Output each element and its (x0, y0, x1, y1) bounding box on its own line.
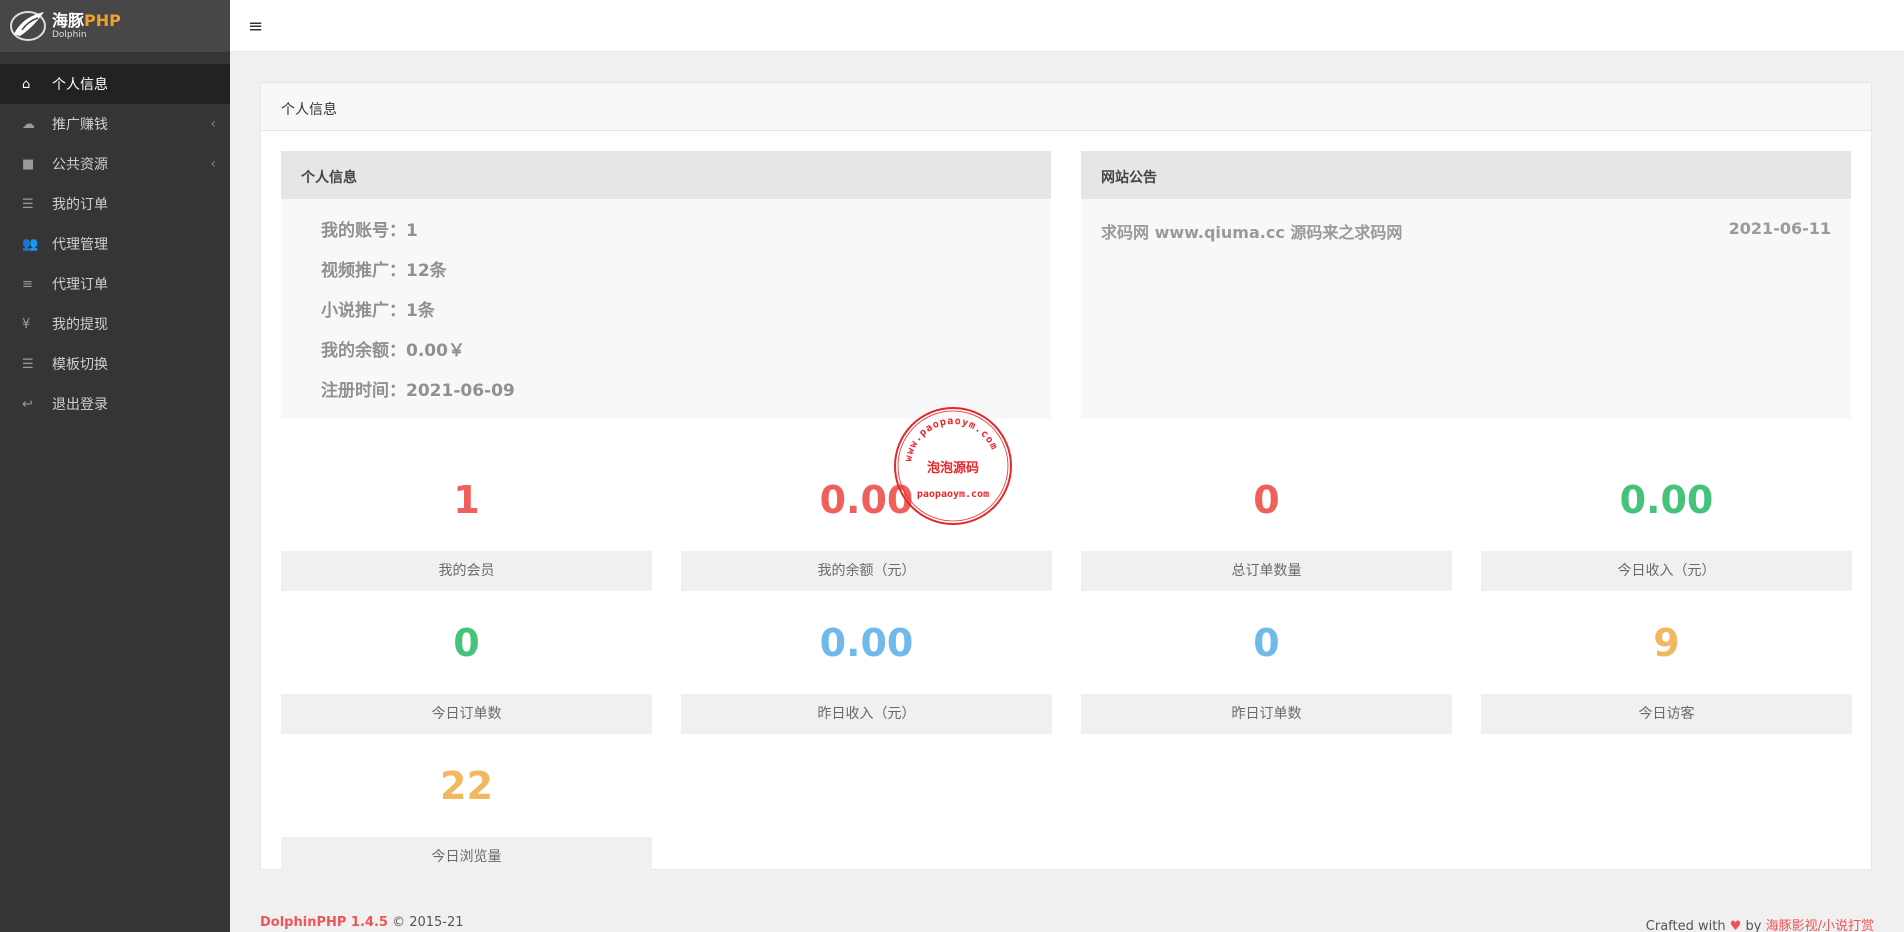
stat-label: 昨日订单数 (1081, 694, 1452, 734)
notice-date: 2021-06-11 (1728, 219, 1831, 238)
list-icon: ☰ (22, 356, 34, 372)
footer-left: DolphinPHP 1.4.5 © 2015-21 (260, 915, 464, 930)
stat-card: 0.00 今日收入（元） (1481, 449, 1852, 591)
stat-label: 昨日收入（元） (681, 694, 1052, 734)
footer-product-link[interactable]: DolphinPHP 1.4.5 (260, 915, 388, 930)
sidebar-item-label: 公共资源 (52, 157, 108, 173)
footer-copyright: © 2015-21 (392, 915, 464, 930)
notice-box: 网站公告 求码网 www.qiuma.cc 源码来之求码网 2021-06-11 (1081, 151, 1851, 419)
sidebar-item-8[interactable]: ↩ 退出登录 (0, 384, 230, 424)
stat-value: 22 (440, 764, 493, 808)
sidebar-nav: ⌂ 个人信息 ☁ 推广赚钱 ‹ ■ 公共资源 ‹ ☰ 我的订单 👥 代理管理 ≡ 代理订单 ¥ 我的提现 ☰ 模板… (0, 64, 230, 424)
sidebar: 海豚PHP Dolphin ⌂ 个人信息 ☁ 推广赚钱 ‹ ■ 公共资源 ‹ ☰ 我的订单 👥 代理管… (0, 0, 230, 932)
brand-text: 海豚PHP Dolphin (52, 10, 121, 40)
chevron-left-icon: ‹ (210, 116, 216, 132)
stat-label: 总订单数量 (1081, 551, 1452, 591)
panel-title: 个人信息 (261, 83, 1871, 131)
users-icon: 👥 (22, 236, 39, 252)
sidebar-item-6[interactable]: ¥ 我的提现 (0, 304, 230, 344)
stat-label: 我的余额（元） (681, 551, 1052, 591)
stat-card: 9 今日访客 (1481, 592, 1852, 734)
brand[interactable]: 海豚PHP Dolphin (0, 0, 230, 52)
brand-subtitle: Dolphin (52, 29, 87, 40)
video-camera-icon: ■ (22, 156, 35, 172)
profile-register-date: 注册时间：2021-06-09 (321, 381, 515, 401)
sidebar-item-5[interactable]: ≡ 代理订单 (0, 264, 230, 304)
profile-lines: 我的账号：1 视频推广：12条 小说推广：1条 我的余额：0.00￥ 注册时间：… (281, 199, 1051, 411)
stat-card: 0 总订单数量 (1081, 449, 1452, 591)
notice-item[interactable]: 求码网 www.qiuma.cc 源码来之求码网 2021-06-11 (1081, 199, 1851, 243)
stamp-top-text: www.paopaoym.com (903, 416, 998, 463)
main-panel: 个人信息 个人信息 我的账号：1 视频推广：12条 小说推广：1条 我的余额：0… (260, 82, 1872, 877)
watermark-stamp: www.paopaoym.com 泡泡源码 paopaoym.com (894, 407, 1012, 525)
sidebar-item-label: 推广赚钱 (52, 117, 108, 133)
stat-card: 0 昨日订单数 (1081, 592, 1452, 734)
stat-card: 0.00 昨日收入（元） (681, 592, 1052, 734)
stat-value: 9 (1653, 621, 1680, 665)
footer: DolphinPHP 1.4.5 © 2015-21 Crafted with … (230, 900, 1904, 932)
profile-box-title: 个人信息 (281, 151, 1051, 199)
chevron-left-icon: ‹ (210, 156, 216, 172)
profile-balance: 我的余额：0.00￥ (321, 341, 465, 361)
sidebar-item-4[interactable]: 👥 代理管理 (0, 224, 230, 264)
stat-value: 0.00 (819, 621, 914, 665)
stat-label: 今日浏览量 (281, 837, 652, 877)
brand-name: 海豚PHP (52, 10, 121, 30)
stat-value: 1 (453, 478, 480, 522)
stat-card: 0 今日订单数 (281, 592, 652, 734)
reply-icon: ↩ (22, 396, 33, 412)
sidebar-item-label: 我的订单 (52, 197, 108, 213)
stat-card: 1 我的会员 (281, 449, 652, 591)
svg-text:www.paopaoym.com: www.paopaoym.com (903, 416, 999, 463)
top-bar: ≡ (230, 0, 1904, 52)
menu-toggle-icon[interactable]: ≡ (248, 16, 263, 37)
dolphin-logo-icon (10, 11, 46, 41)
bars-icon: ≡ (22, 276, 33, 292)
profile-novel-promo: 小说推广：1条 (321, 301, 435, 321)
sidebar-item-3[interactable]: ☰ 我的订单 (0, 184, 230, 224)
footer-by: by (1745, 919, 1762, 932)
notice-text[interactable]: 求码网 www.qiuma.cc 源码来之求码网 (1101, 219, 1402, 243)
sidebar-item-label: 我的提现 (52, 317, 108, 333)
stat-label: 今日订单数 (281, 694, 652, 734)
stamp-middle-text: 泡泡源码 (927, 460, 979, 476)
heart-icon: ♥ (1729, 919, 1742, 932)
sidebar-item-2[interactable]: ■ 公共资源 ‹ (0, 144, 230, 184)
footer-right: Crafted with ♥ by 海豚影视/小说打赏 (1646, 915, 1874, 932)
notice-box-title: 网站公告 (1081, 151, 1851, 199)
list-icon: ☰ (22, 196, 34, 212)
stat-label: 今日访客 (1481, 694, 1852, 734)
stat-value: 0 (453, 621, 480, 665)
sidebar-item-label: 代理订单 (52, 277, 108, 293)
stat-value: 0 (1253, 621, 1280, 665)
sidebar-item-label: 个人信息 (52, 77, 108, 93)
stat-value: 0.00 (1619, 478, 1714, 522)
sidebar-item-1[interactable]: ☁ 推广赚钱 ‹ (0, 104, 230, 144)
stat-label: 今日收入（元） (1481, 551, 1852, 591)
profile-box: 个人信息 我的账号：1 视频推广：12条 小说推广：1条 我的余额：0.00￥ … (281, 151, 1051, 419)
stat-value: 0 (1253, 478, 1280, 522)
sidebar-item-7[interactable]: ☰ 模板切换 (0, 344, 230, 384)
sidebar-item-label: 模板切换 (52, 357, 108, 373)
sidebar-item-label: 退出登录 (52, 397, 108, 413)
home-icon: ⌂ (22, 76, 31, 92)
stat-card: 22 今日浏览量 (281, 735, 652, 877)
profile-video-promo: 视频推广：12条 (321, 261, 447, 281)
stat-label: 我的会员 (281, 551, 652, 591)
yen-icon: ¥ (22, 316, 31, 332)
profile-account: 我的账号：1 (321, 221, 418, 241)
stamp-bottom-text: paopaoym.com (917, 489, 989, 500)
sidebar-item-label: 代理管理 (52, 237, 108, 253)
footer-crafted: Crafted with (1645, 919, 1726, 932)
sidebar-item-0[interactable]: ⌂ 个人信息 (0, 64, 230, 104)
footer-author-link[interactable]: 海豚影视/小说打赏 (1766, 919, 1874, 932)
cloud-icon: ☁ (22, 116, 35, 132)
